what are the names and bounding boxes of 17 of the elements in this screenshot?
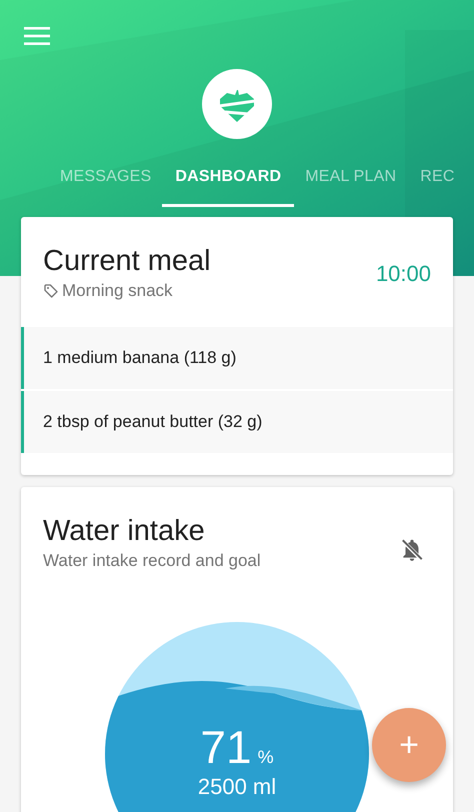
meal-item[interactable]: 2 tbsp of peanut butter (32 g) [21, 391, 453, 453]
tab[interactable]: MEAL PLAN [305, 162, 396, 207]
card-title: Current meal [43, 244, 211, 279]
meal-time: 10:00 [376, 261, 431, 287]
tab[interactable]: REC [420, 162, 455, 207]
card-subtitle: Water intake record and goal [43, 551, 261, 571]
tab[interactable]: DASHBOARD [162, 162, 294, 207]
water-amount: 2500 ml [198, 774, 276, 800]
percent-unit: % [258, 747, 274, 768]
card-title: Water intake [43, 514, 206, 549]
bell-off-button[interactable] [399, 537, 425, 563]
tag-icon [43, 283, 59, 299]
meal-tag: Morning snack [62, 281, 173, 301]
menu-icon [24, 26, 50, 46]
water-percent: 71 [200, 722, 252, 772]
meal-item[interactable]: 1 medium banana (118 g) [21, 327, 453, 389]
tab[interactable]: MESSAGES [60, 162, 152, 207]
